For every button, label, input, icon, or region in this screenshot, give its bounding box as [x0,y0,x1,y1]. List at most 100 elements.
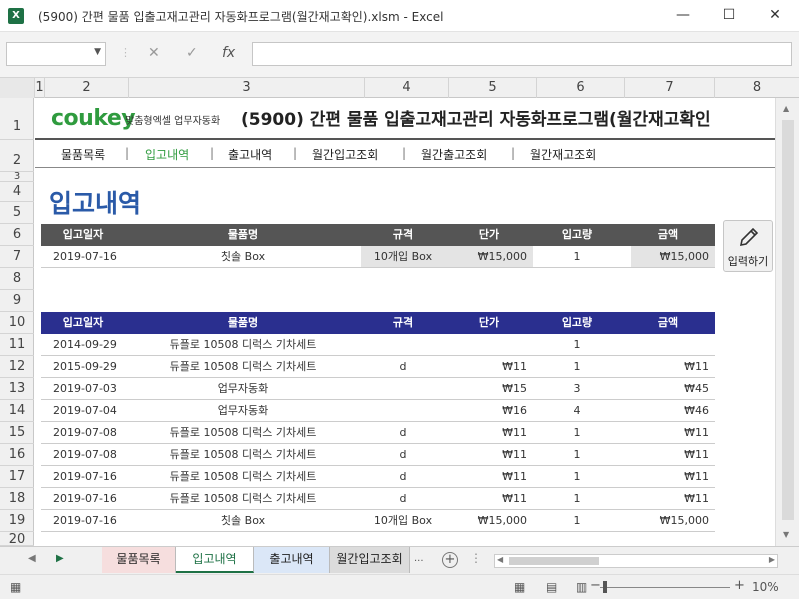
price-cell[interactable]: ₩11 [445,422,533,443]
insert-function-button[interactable]: fx [222,45,235,61]
zoom-slider-thumb[interactable] [603,581,607,593]
horizontal-scrollbar[interactable]: ◀ ▶ [494,554,778,568]
name-cell[interactable]: 듀플로 10508 디럭스 기차세트 [125,356,361,377]
entry-amount-cell[interactable]: ₩15,000 [631,246,715,267]
tab-shipping[interactable]: 출고내역 [254,547,330,573]
row-header[interactable]: 17 [0,466,34,488]
normal-view-icon[interactable]: ▦ [514,580,525,594]
scroll-down-icon[interactable]: ▼ [783,530,789,539]
price-cell[interactable]: ₩15 [445,378,533,399]
date-cell[interactable]: 2014-09-29 [41,334,125,355]
row-header[interactable]: 14 [0,400,34,422]
nav-item-shipping[interactable]: 출고내역 [228,146,272,163]
nav-item-monthly-stock[interactable]: 월간재고조회 [530,146,596,163]
name-cell[interactable]: 듀플로 10508 디럭스 기차세트 [125,334,361,355]
qty-cell[interactable]: 1 [533,334,621,355]
qty-cell[interactable]: 3 [533,378,621,399]
date-cell[interactable]: 2019-07-08 [41,422,125,443]
page-layout-icon[interactable]: ▤ [546,580,557,594]
tab-prev-icon[interactable]: ◀ [28,553,36,564]
vertical-scrollbar[interactable]: ▲ ▼ [775,98,799,546]
row-header[interactable]: 11 [0,334,34,356]
row-header[interactable]: 6 [0,224,34,246]
price-cell[interactable]: ₩16 [445,400,533,421]
select-all-corner[interactable] [0,78,35,98]
row-header[interactable]: 20 [0,532,34,547]
date-cell[interactable]: 2019-07-16 [41,466,125,487]
amount-cell[interactable]: ₩11 [621,422,715,443]
amount-cell[interactable]: ₩11 [621,444,715,465]
name-cell[interactable]: 듀플로 10508 디럭스 기차세트 [125,422,361,443]
column-header[interactable]: 4 [365,78,449,98]
add-sheet-icon[interactable]: + [442,552,458,568]
row-header[interactable]: 12 [0,356,34,378]
confirm-formula-button[interactable]: ✓ [186,45,198,61]
nav-item-monthly-receiving[interactable]: 월간입고조회 [312,146,378,163]
spec-cell[interactable]: d [361,356,445,377]
tab-receiving[interactable]: 입고내역 [176,547,254,573]
row-header[interactable]: 7 [0,246,34,268]
scroll-right-icon[interactable]: ▶ [769,555,775,564]
date-cell[interactable]: 2019-07-16 [41,510,125,531]
date-cell[interactable]: 2019-07-04 [41,400,125,421]
price-cell[interactable] [445,334,533,355]
date-cell[interactable]: 2015-09-29 [41,356,125,377]
column-header[interactable]: 3 [129,78,365,98]
maximize-button[interactable]: ☐ [706,0,752,32]
entry-spec-cell[interactable]: 10개입 Box [361,246,445,267]
amount-cell[interactable]: ₩11 [621,356,715,377]
scroll-left-icon[interactable]: ◀ [497,555,503,564]
row-header[interactable]: 1 [0,98,34,140]
row-header[interactable]: 19 [0,510,34,532]
scroll-up-icon[interactable]: ▲ [783,104,789,113]
spec-cell[interactable]: d [361,444,445,465]
vertical-scroll-thumb[interactable] [782,120,794,520]
nav-item-items[interactable]: 물품목록 [61,146,105,163]
name-cell[interactable]: 듀플로 10508 디럭스 기차세트 [125,488,361,509]
row-header[interactable]: 5 [0,202,34,224]
page-break-icon[interactable]: ▥ [576,580,587,594]
entry-date-cell[interactable]: 2019-07-16 [41,246,125,267]
zoom-out-button[interactable]: − [590,578,601,593]
column-header[interactable]: 1 [35,78,45,98]
entry-price-cell[interactable]: ₩15,000 [445,246,533,267]
spec-cell[interactable]: 10개입 Box [361,510,445,531]
row-header[interactable]: 18 [0,488,34,510]
qty-cell[interactable]: 1 [533,356,621,377]
column-header[interactable]: 2 [45,78,129,98]
cancel-formula-button[interactable]: ✕ [148,45,160,61]
zoom-in-button[interactable]: + [734,578,745,593]
price-cell[interactable]: ₩11 [445,444,533,465]
chevron-down-icon[interactable]: ▼ [94,47,101,57]
tab-next-icon[interactable]: ▶ [56,553,64,564]
date-cell[interactable]: 2019-07-03 [41,378,125,399]
qty-cell[interactable]: 4 [533,400,621,421]
row-header[interactable]: 3 [0,172,34,182]
qty-cell[interactable]: 1 [533,488,621,509]
price-cell[interactable]: ₩11 [445,488,533,509]
price-cell[interactable]: ₩15,000 [445,510,533,531]
spec-cell[interactable]: d [361,422,445,443]
name-cell[interactable]: 칫솔 Box [125,510,361,531]
nav-item-receiving[interactable]: 입고내역 [145,146,189,163]
amount-cell[interactable]: ₩45 [621,378,715,399]
macro-record-icon[interactable]: ▦ [10,580,21,594]
price-cell[interactable]: ₩11 [445,466,533,487]
zoom-level[interactable]: 10% [752,580,779,594]
column-header[interactable]: 8 [715,78,799,98]
name-cell[interactable]: 업무자동화 [125,400,361,421]
qty-cell[interactable]: 1 [533,510,621,531]
spec-cell[interactable]: d [361,488,445,509]
name-cell[interactable]: 듀플로 10508 디럭스 기차세트 [125,466,361,487]
formula-input[interactable] [252,42,792,66]
name-cell[interactable]: 듀플로 10508 디럭스 기차세트 [125,444,361,465]
amount-cell[interactable]: ₩11 [621,466,715,487]
row-header[interactable]: 8 [0,268,34,290]
row-header[interactable]: 9 [0,290,34,312]
entry-qty-cell[interactable]: 1 [533,246,621,267]
spec-cell[interactable] [361,378,445,399]
minimize-button[interactable]: — [660,0,706,32]
tab-items[interactable]: 물품목록 [102,547,176,573]
horizontal-scroll-thumb[interactable] [509,557,599,565]
column-header[interactable]: 5 [449,78,537,98]
